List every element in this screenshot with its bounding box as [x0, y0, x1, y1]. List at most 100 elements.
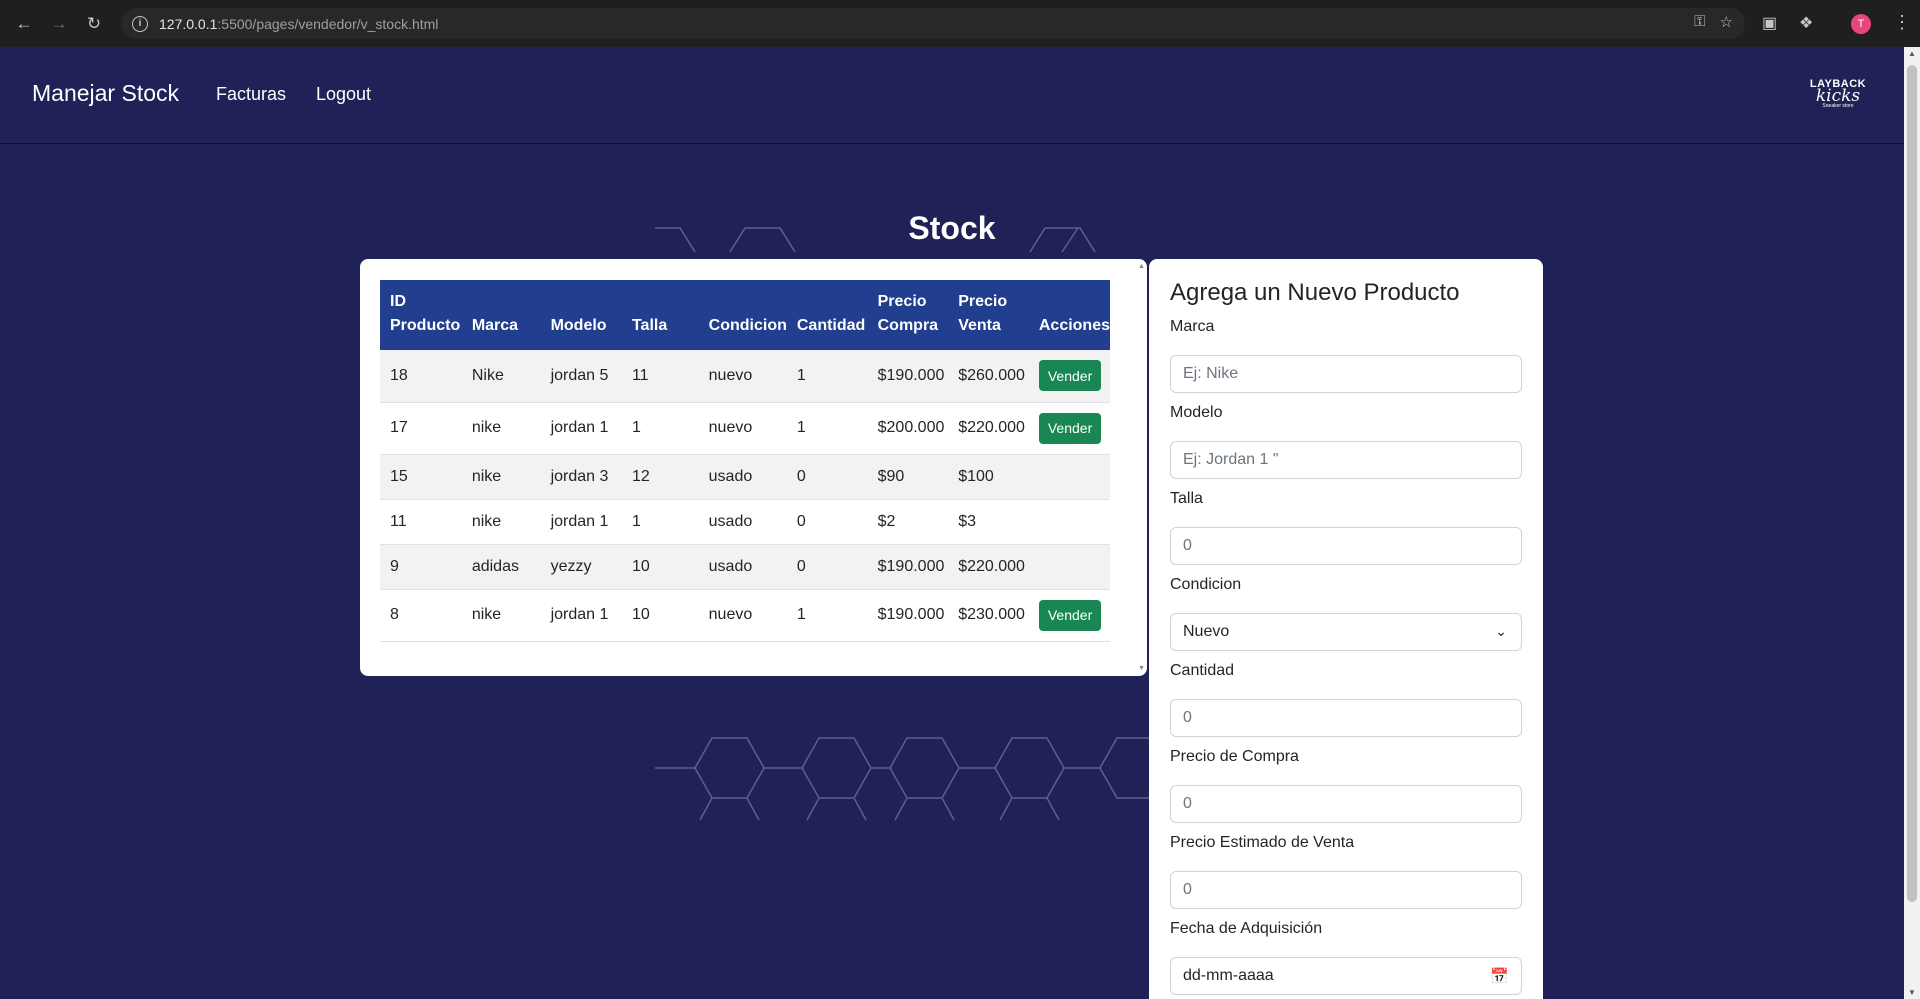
nav-link-facturas[interactable]: Facturas	[216, 84, 286, 105]
cell-id: 11	[380, 499, 462, 545]
fecha-date-input[interactable]: dd-mm-aaaa 📅	[1170, 957, 1522, 995]
cell-id: 17	[380, 402, 462, 455]
vender-button[interactable]: Vender	[1038, 412, 1102, 444]
site-info-icon[interactable]: i	[132, 15, 148, 32]
cell-modelo: yezzy	[540, 544, 622, 590]
cell-venta: $220.000	[948, 402, 1029, 455]
cell-compra: $190.000	[867, 350, 949, 403]
cell-id: 8	[380, 589, 462, 642]
cell-marca: Nike	[461, 350, 541, 403]
label-precio-venta: Precio Estimado de Venta	[1170, 834, 1355, 851]
page-title: Stock	[908, 210, 996, 246]
cantidad-input[interactable]: 0	[1170, 699, 1522, 737]
talla-input[interactable]: 0	[1170, 527, 1522, 565]
cell-compra: $190.000	[867, 589, 949, 642]
page-scroll-thumb[interactable]	[1907, 65, 1917, 902]
new-product-form: Agrega un Nuevo Producto Marca Ej: Nike …	[1149, 259, 1543, 999]
cell-condicion: nuevo	[698, 589, 787, 642]
navbar-brand[interactable]: Manejar Stock	[32, 80, 179, 107]
cell-modelo: jordan 3	[540, 454, 622, 500]
bookmark-star-icon[interactable]: ☆	[1720, 13, 1733, 31]
vender-button[interactable]: Vender	[1038, 599, 1102, 631]
address-bar[interactable]: i 127.0.0.1:5500/pages/vendedor/v_stock.…	[121, 8, 1745, 39]
condicion-select[interactable]: Nuevo ⌄	[1170, 613, 1522, 651]
cell-acciones: Vender	[1028, 402, 1110, 455]
label-fecha: Fecha de Adquisición	[1170, 920, 1323, 937]
field-marca: Marca Ej: Nike	[1170, 318, 1522, 393]
vender-button[interactable]: Vender	[1038, 360, 1102, 392]
col-condicion: Condicion	[708, 317, 787, 334]
browser-menu-icon[interactable]: ⋮	[1893, 12, 1911, 33]
stock-table-card: ID Producto Marca Modelo Talla Condicion…	[360, 259, 1147, 676]
password-key-icon[interactable]: ⚿	[1694, 13, 1705, 31]
col-cantidad: Cantidad	[796, 317, 866, 334]
col-precio-venta: Precio Venta	[958, 293, 1008, 334]
cell-cantidad: 1	[786, 350, 868, 403]
label-talla: Talla	[1170, 490, 1203, 507]
cell-cantidad: 0	[786, 454, 868, 500]
table-scrollbar[interactable]: ▲ ▼	[1135, 259, 1147, 676]
cell-talla: 10	[621, 544, 699, 590]
cell-id: 15	[380, 454, 462, 500]
table-row: 15 nike jordan 3 12 usado 0 $90 $100	[380, 454, 1110, 500]
cell-marca: nike	[461, 589, 541, 642]
field-precio-venta: Precio Estimado de Venta 0	[1170, 834, 1522, 909]
cell-acciones: Vender	[1028, 589, 1110, 642]
table-row: 9 adidas yezzy 10 usado 0 $190.000 $220.000	[380, 544, 1110, 590]
cell-marca: adidas	[461, 544, 541, 590]
url-text[interactable]: 127.0.0.1:5500/pages/vendedor/v_stock.ht…	[159, 16, 438, 32]
precio-venta-input[interactable]: 0	[1170, 871, 1522, 909]
form-title: Agrega un Nuevo Producto	[1170, 279, 1460, 306]
cell-marca: nike	[461, 402, 541, 455]
cell-venta: $230.000	[948, 589, 1029, 642]
cell-cantidad: 0	[786, 499, 868, 545]
table-row: 8 nike jordan 1 10 nuevo 1 $190.000 $230.000 Ven…	[380, 589, 1110, 642]
cell-condicion: nuevo	[698, 402, 787, 455]
label-precio-compra: Precio de Compra	[1170, 748, 1299, 765]
table-header-row: ID Producto Marca Modelo Talla Condicion…	[380, 280, 1110, 350]
condicion-selected-value: Nuevo	[1183, 623, 1230, 640]
marca-input[interactable]: Ej: Nike	[1170, 355, 1522, 393]
stock-table: ID Producto Marca Modelo Talla Condicion…	[380, 280, 1110, 642]
scroll-up-icon[interactable]: ▲	[1138, 263, 1145, 270]
cell-cantidad: 1	[786, 402, 868, 455]
col-talla: Talla	[631, 317, 668, 334]
cell-cantidad: 0	[786, 544, 868, 590]
fecha-value: dd-mm-aaaa	[1183, 967, 1274, 984]
cell-modelo: jordan 1	[540, 589, 622, 642]
cell-compra: $2	[867, 499, 949, 545]
cell-condicion: nuevo	[698, 350, 787, 403]
cell-venta: $100	[948, 454, 1029, 500]
profile-avatar[interactable]: T	[1851, 14, 1871, 34]
extensions-icon[interactable]: ❖	[1799, 13, 1813, 33]
col-acciones: Acciones	[1038, 317, 1110, 334]
precio-compra-input[interactable]: 0	[1170, 785, 1522, 823]
back-icon[interactable]: ←	[13, 13, 35, 35]
cell-venta: $3	[948, 499, 1029, 545]
cell-marca: nike	[461, 499, 541, 545]
cell-modelo: jordan 1	[540, 499, 622, 545]
cell-compra: $200.000	[867, 402, 949, 455]
modelo-input[interactable]: Ej: Jordan 1 "	[1170, 441, 1522, 479]
nav-link-logout[interactable]: Logout	[316, 84, 371, 105]
url-path: :5500/pages/vendedor/v_stock.html	[217, 15, 439, 32]
page-scroll-up-icon[interactable]: ▲	[1908, 49, 1916, 58]
cell-id: 18	[380, 350, 462, 403]
reading-mode-icon[interactable]: ▣	[1762, 13, 1777, 33]
field-fecha: Fecha de Adquisición dd-mm-aaaa 📅	[1170, 920, 1522, 995]
cell-acciones	[1028, 499, 1110, 545]
field-modelo: Modelo Ej: Jordan 1 "	[1170, 404, 1522, 479]
cell-talla: 12	[621, 454, 699, 500]
reload-icon[interactable]: ↻	[83, 13, 105, 35]
label-cantidad: Cantidad	[1170, 662, 1235, 679]
page-scroll-down-icon[interactable]: ▼	[1908, 988, 1916, 997]
forward-icon[interactable]: →	[48, 13, 70, 35]
scroll-down-icon[interactable]: ▼	[1138, 665, 1145, 672]
cell-condicion: usado	[698, 454, 787, 500]
calendar-icon[interactable]: 📅	[1490, 967, 1509, 985]
label-modelo: Modelo	[1170, 404, 1223, 421]
page-scrollbar[interactable]: ▲ ▼	[1904, 47, 1920, 999]
logo-line-2: kicks	[1815, 86, 1861, 106]
cell-talla: 11	[621, 350, 699, 403]
cell-venta: $220.000	[948, 544, 1029, 590]
